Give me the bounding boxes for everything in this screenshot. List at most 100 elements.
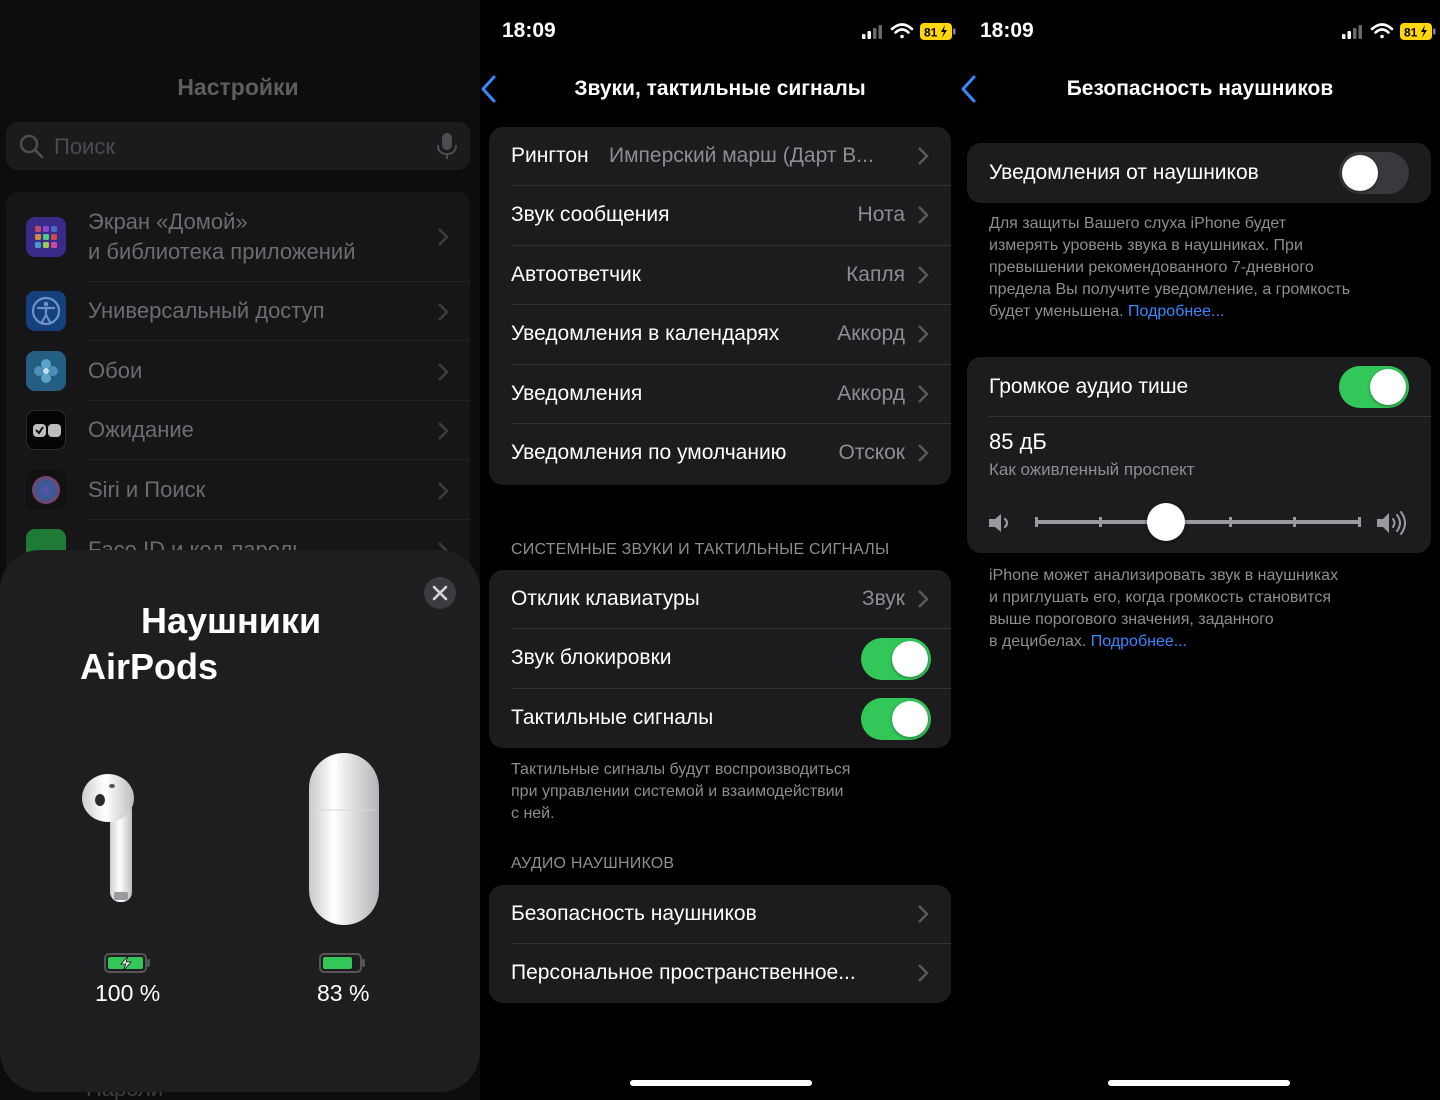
row-value: Имперский марш (Дарт В... [609, 144, 874, 167]
search-icon [19, 134, 44, 159]
home-indicator[interactable] [630, 1080, 812, 1086]
svg-text:81: 81 [1404, 26, 1418, 40]
status-time: 18:09 [502, 19, 556, 42]
row-label: Отклик клавиатуры [511, 587, 700, 610]
airpods-case-image [309, 753, 379, 925]
chevron-right-icon [918, 444, 929, 462]
settings-item-wallpaper[interactable]: Обои [6, 341, 470, 401]
chevron-right-icon [438, 422, 449, 440]
slider-track [1035, 520, 1361, 524]
voicemail-row[interactable]: Автоответчик Капля [489, 246, 951, 305]
row-label: Уведомления от наушников [989, 161, 1259, 184]
battery-status-icon: 81 [1400, 23, 1436, 40]
status-icons: 81 [1342, 23, 1436, 40]
microphone-icon[interactable] [436, 132, 458, 160]
page-title: Настройки [177, 74, 299, 100]
cellular-signal-icon [862, 25, 882, 39]
wifi-icon [1370, 23, 1394, 39]
slider-tick [1293, 517, 1296, 527]
chevron-right-icon [438, 228, 449, 246]
headphone-safety-panel: 18:09 81 Безопасность наушников Уведомле… [960, 0, 1440, 1100]
row-label: Уведомления [511, 382, 643, 405]
row-label: Автоответчик [511, 263, 641, 286]
airpods-title-line1: Наушники [141, 600, 322, 641]
decibel-value: 85 дБ [989, 429, 1047, 454]
volume-low-icon [989, 514, 1009, 532]
chevron-right-icon [918, 206, 929, 224]
chevron-right-icon [438, 363, 449, 381]
home-screen-icon [26, 217, 66, 257]
ringtone-row[interactable]: Рингтон Имперский марш (Дарт В... [489, 127, 951, 186]
chevron-right-icon [918, 266, 929, 284]
notifications-footnote: Для защиты Вашего слуха iPhone будет изм… [989, 215, 1351, 320]
default-alerts-row[interactable]: Уведомления по умолчанию Отскок [489, 424, 951, 485]
row-label: Громкое аудио тише [989, 375, 1189, 398]
svg-text:81: 81 [924, 26, 938, 40]
row-value: Нота [857, 203, 905, 226]
headphone-notifications-toggle[interactable] [1339, 152, 1409, 194]
slider-thumb[interactable] [1147, 503, 1186, 541]
siri-icon [26, 470, 66, 510]
haptics-toggle[interactable] [861, 698, 931, 740]
slider-tick [1358, 517, 1361, 527]
chevron-right-icon [918, 590, 929, 608]
settings-item-label: Универсальный доступ [88, 298, 325, 323]
reduce-loud-audio-toggle[interactable] [1339, 366, 1409, 408]
reduce-loud-audio-row: Громкое аудио тише [967, 357, 1431, 417]
keyboard-feedback-row[interactable]: Отклик клавиатуры Звук [489, 570, 951, 629]
chevron-right-icon [438, 482, 449, 500]
status-icons: 81 [862, 23, 956, 40]
settings-item-label: Экран «Домой» [88, 209, 248, 234]
volume-high-icon [1377, 511, 1406, 535]
accessibility-icon [26, 291, 66, 331]
reminder-alerts-row[interactable]: Уведомления Аккорд [489, 365, 951, 424]
page-title: Безопасность наушников [1066, 77, 1334, 100]
settings-item-accessibility[interactable]: Универсальный доступ [6, 282, 470, 341]
status-time: 18:09 [980, 19, 1034, 42]
row-value: Отскок [838, 441, 905, 464]
sounds-group: Рингтон Имперский марш (Дарт В... Звук с… [489, 127, 951, 485]
lock-sound-toggle[interactable] [861, 638, 931, 680]
row-label: Уведомления по умолчанию [511, 441, 787, 464]
back-chevron-icon[interactable] [960, 74, 978, 104]
wifi-icon [890, 23, 914, 39]
spatial-audio-row[interactable]: Персональное пространственное... [489, 944, 951, 1003]
slider-tick [1099, 517, 1102, 527]
settings-item-standby[interactable]: Ожидание [6, 401, 470, 460]
page-title: Звуки, тактильные сигналы [574, 77, 866, 100]
calendar-alerts-row[interactable]: Уведомления в календарях Аккорд [489, 305, 951, 365]
notifications-group: Уведомления от наушников [967, 143, 1431, 203]
back-chevron-icon[interactable] [480, 74, 498, 104]
chevron-right-icon [918, 325, 929, 343]
message-sound-row[interactable]: Звук сообщения Нота [489, 186, 951, 246]
slider-tick [1229, 517, 1232, 527]
battery-icon [319, 953, 365, 973]
chevron-right-icon [918, 147, 929, 165]
slider-tick [1035, 517, 1038, 527]
chevron-right-icon [918, 964, 929, 982]
row-value: Аккорд [837, 322, 905, 345]
row-label: Персональное пространственное... [511, 961, 856, 984]
standby-icon [26, 410, 66, 450]
airpods-title: Наушники AirPods [80, 598, 400, 690]
close-button[interactable] [424, 577, 456, 609]
headphone-safety-row[interactable]: Безопасность наушников [489, 885, 951, 944]
settings-item-home-screen[interactable]: Экран «Домой» и библиотека приложений [6, 192, 470, 282]
settings-item-label: Обои [88, 358, 143, 383]
settings-item-siri[interactable]: Siri и Поиск [6, 460, 470, 520]
learn-more-link[interactable]: Подробнее... [1128, 303, 1224, 320]
home-indicator[interactable] [1108, 1080, 1290, 1086]
decibel-description: Как оживленный проспект [989, 460, 1195, 479]
row-value: Аккорд [837, 382, 905, 405]
headphone-notifications-row: Уведомления от наушников [967, 143, 1431, 203]
row-value: Капля [846, 263, 905, 286]
section-header: АУДИО НАУШНИКОВ [511, 855, 675, 872]
learn-more-link[interactable]: Подробнее... [1091, 633, 1187, 650]
sounds-panel: 18:09 81 Звуки, тактильные сигналы Рингт… [480, 0, 960, 1100]
row-label: Безопасность наушников [511, 902, 757, 925]
decibel-slider[interactable] [1035, 503, 1361, 541]
battery-status-icon: 81 [920, 23, 956, 40]
settings-item-label: Siri и Поиск [88, 477, 206, 502]
search-input[interactable]: Поиск [6, 122, 470, 170]
case-battery-percent: 83 % [317, 980, 370, 1006]
